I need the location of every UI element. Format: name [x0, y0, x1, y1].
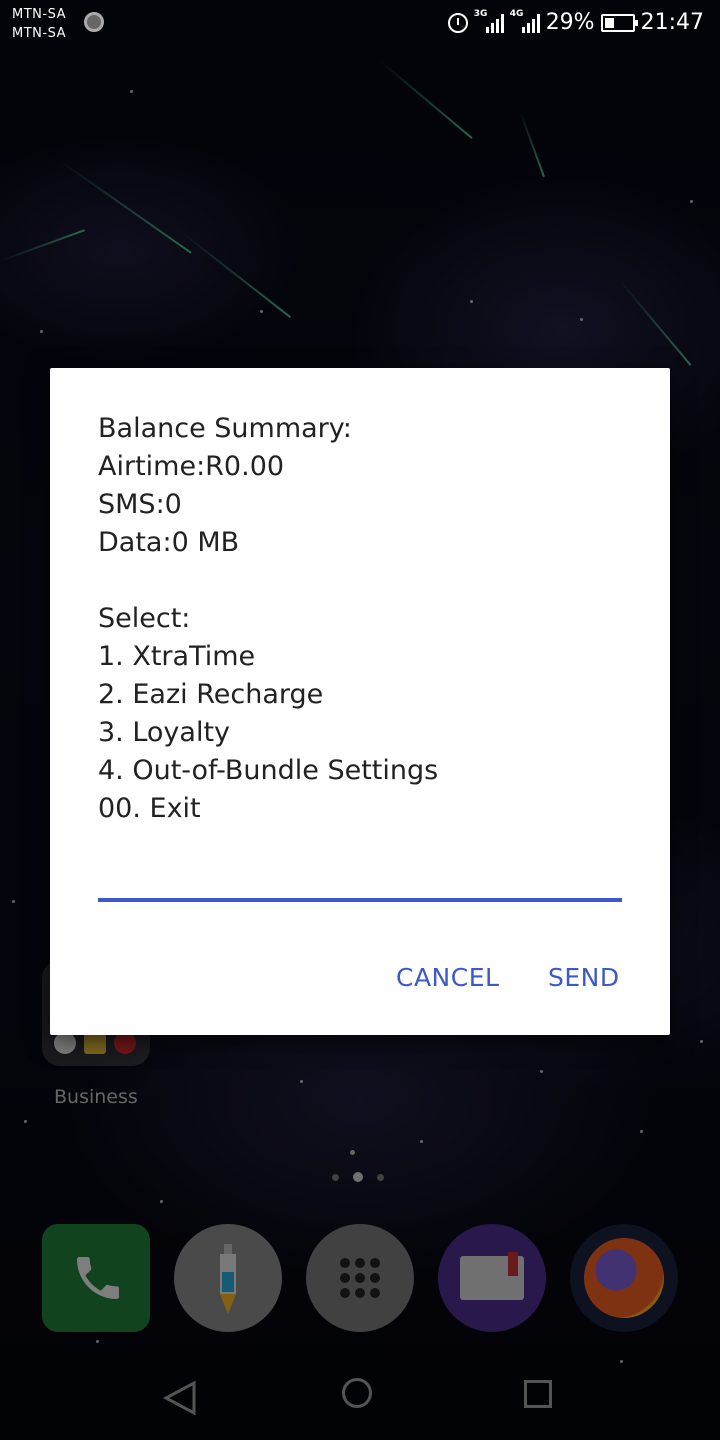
- loading-icon: [84, 12, 104, 32]
- message-line: 00. Exit: [98, 793, 201, 824]
- message-line: 1. XtraTime: [98, 641, 256, 672]
- carrier-1: MTN-SA: [12, 7, 66, 22]
- ussd-message: Balance Summary: Airtime:R0.00 SMS:0 Dat…: [98, 410, 638, 828]
- carrier-2: MTN-SA: [12, 26, 66, 41]
- message-line: 4. Out-of-Bundle Settings: [98, 755, 439, 786]
- send-button[interactable]: SEND: [548, 963, 620, 992]
- cancel-button[interactable]: CANCEL: [396, 963, 499, 992]
- message-line: SMS:0: [98, 489, 182, 520]
- signal-3g-icon: 3G: [474, 9, 504, 33]
- status-bar: MTN-SA MTN-SA 3G 4G 29% 21:47: [0, 0, 720, 50]
- message-line: 3. Loyalty: [98, 717, 231, 748]
- message-line: [98, 562, 638, 600]
- battery-icon: [600, 13, 638, 32]
- message-line: Airtime:R0.00: [98, 451, 285, 482]
- reply-input[interactable]: [98, 898, 622, 902]
- message-line: Data:0 MB: [98, 527, 240, 558]
- message-line: Balance Summary:: [98, 413, 352, 444]
- alarm-icon: [447, 12, 468, 33]
- clock: 21:47: [640, 10, 704, 35]
- ussd-dialog: Balance Summary: Airtime:R0.00 SMS:0 Dat…: [50, 368, 670, 1035]
- message-line: Select:: [98, 603, 191, 634]
- message-line: 2. Eazi Recharge: [98, 679, 324, 710]
- battery-percent: 29%: [545, 10, 595, 35]
- signal-4g-icon: 4G: [510, 9, 540, 33]
